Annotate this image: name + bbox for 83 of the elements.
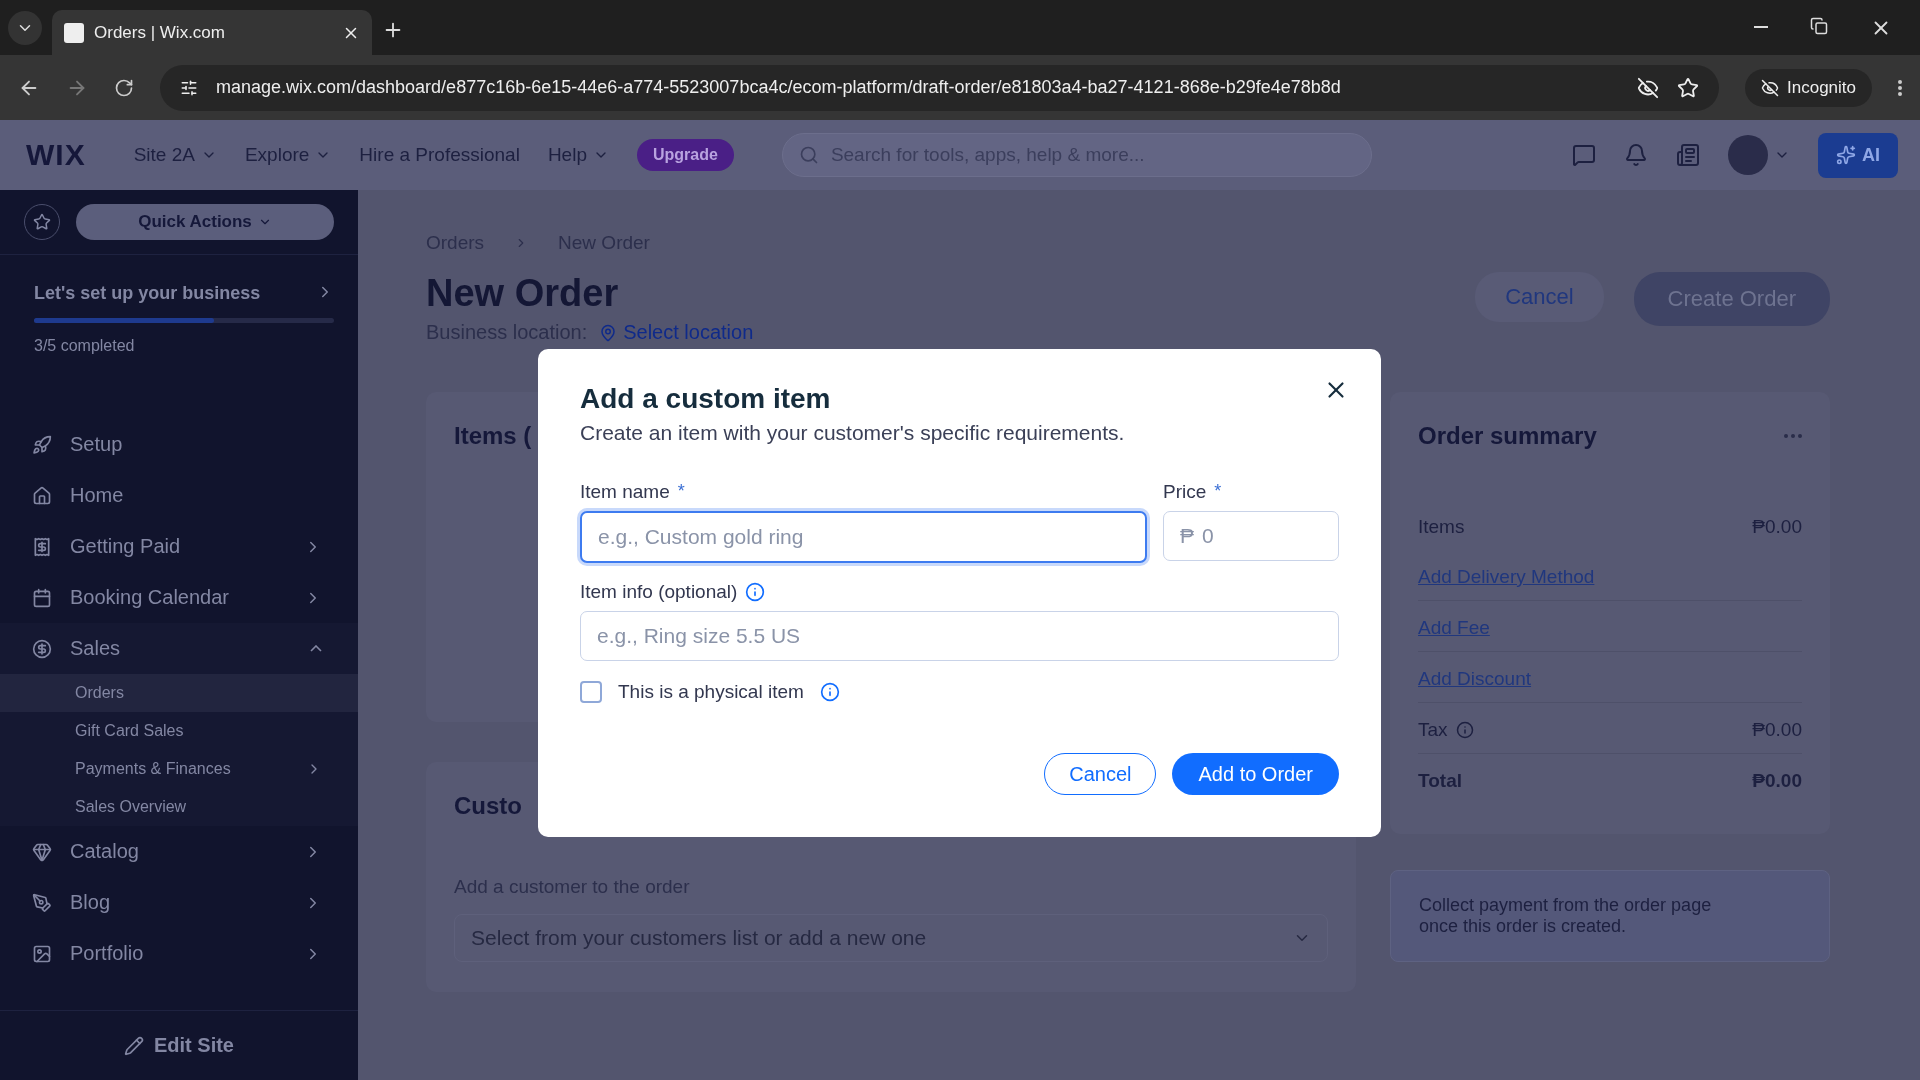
image-icon — [32, 943, 52, 964]
summary-value: ₱0.00 — [1752, 719, 1802, 741]
restore-icon — [1810, 17, 1828, 35]
required-mark: * — [677, 481, 685, 502]
card-heading: Items ( — [454, 422, 532, 450]
avatar[interactable] — [1728, 135, 1768, 175]
site-settings-icon — [180, 78, 198, 97]
info-icon — [745, 582, 766, 602]
required-mark: * — [1214, 481, 1222, 502]
nav-subitem[interactable]: Gift Card Sales — [0, 712, 358, 750]
nav-item[interactable]: Blog — [0, 877, 358, 928]
bookmark-star-icon — [1677, 76, 1699, 99]
dollar-icon — [32, 638, 52, 659]
summary-value: ₱0.00 — [1752, 770, 1802, 792]
rocket-icon — [32, 434, 52, 455]
tab-title: Orders | Wix.com — [94, 22, 226, 43]
chevron-up-icon — [310, 645, 322, 652]
favicon-icon — [64, 22, 84, 43]
pencil-icon — [124, 1035, 144, 1056]
calendar-icon — [32, 587, 52, 608]
summary-title: Order summary — [1418, 422, 1597, 450]
receipt-icon — [32, 536, 52, 557]
home-icon — [32, 485, 52, 506]
nav-item[interactable]: Booking Calendar — [0, 572, 358, 623]
checkbox-label: This is a physical item — [618, 681, 804, 703]
field-label: Item info (optional) — [580, 581, 738, 603]
setup-link[interactable]: Let's set up your business — [34, 283, 334, 304]
cancel-button[interactable]: Cancel — [1044, 753, 1157, 795]
chat-icon — [1572, 143, 1596, 167]
nav-subitem[interactable]: Sales Overview — [0, 788, 358, 826]
search-icon — [798, 145, 819, 165]
ai-button[interactable]: AI — [1818, 132, 1898, 178]
nav-item[interactable]: Portfolio — [0, 928, 358, 979]
page-title: New Order — [426, 272, 620, 315]
pin-icon — [599, 323, 618, 342]
address-bar[interactable]: manage.wix.com/dashboard/e877c16b-6e15-44e6-a774-5523007bca4c/ecom-platform/draft-order/e81803a4-ba27-4121-868e-b29fe4e78b8d — [160, 64, 1719, 111]
eye-off-icon — [1637, 76, 1659, 99]
dialog-title: Add a custom item — [580, 383, 832, 415]
add-to-order-button[interactable]: Add to Order — [1172, 753, 1339, 795]
summary-value: ₱0.00 — [1752, 516, 1802, 538]
info-icon — [819, 682, 840, 702]
payment-note: Collect payment from the order page once this order is created. — [1390, 870, 1830, 962]
item-info-field[interactable]: e.g., Ring size 5.5 US — [580, 611, 1339, 661]
nav-subitem[interactable]: Payments & Finances — [0, 750, 358, 788]
menu-icon[interactable] — [1898, 79, 1902, 96]
nav-item[interactable]: Catalog — [0, 826, 358, 877]
tab-list-button[interactable] — [8, 11, 42, 45]
gem-icon — [32, 841, 52, 862]
reload-icon — [114, 77, 134, 98]
news-icon — [1676, 143, 1700, 167]
summary-label: Total — [1418, 770, 1462, 792]
field-label: Item name — [580, 481, 670, 503]
nav-item[interactable]: Getting Paid — [0, 521, 358, 572]
dialog-subtitle: Create an item with your customer's specific requirements. — [580, 421, 1126, 445]
quick-actions-button[interactable]: Quick Actions — [76, 204, 334, 240]
top-menu-item[interactable]: Site 2A — [133, 144, 217, 166]
pen-icon — [32, 892, 52, 913]
summary-label: Items — [1418, 516, 1465, 538]
physical-item-checkbox[interactable] — [580, 681, 602, 703]
top-menu-item[interactable]: Explore — [244, 144, 332, 166]
top-menu-item[interactable]: Help — [547, 144, 609, 166]
nav-item[interactable]: Sales — [0, 623, 358, 674]
nav-item[interactable]: Setup — [0, 419, 358, 470]
more-icon[interactable] — [1784, 434, 1802, 438]
progress-text: 3/5 completed — [34, 337, 136, 355]
price-field[interactable]: ₱ 0 — [1163, 511, 1339, 561]
nav-subitem[interactable]: Orders — [0, 674, 358, 712]
wix-logo[interactable]: WIX — [26, 138, 86, 172]
sparkles-icon — [1836, 145, 1856, 165]
incognito-icon — [1761, 78, 1779, 97]
field-label: Price — [1163, 481, 1207, 503]
incognito-badge[interactable]: Incognito — [1745, 68, 1872, 107]
summary-label: Tax — [1418, 719, 1448, 741]
top-menu-item[interactable]: Hire a Professional — [359, 144, 520, 166]
bell-icon — [1624, 143, 1648, 167]
star-icon — [33, 213, 51, 231]
nav-item[interactable]: Home — [0, 470, 358, 521]
edit-site-button[interactable]: Edit Site — [0, 1010, 358, 1080]
item-name-field[interactable]: e.g., Custom gold ring — [580, 511, 1147, 563]
info-icon — [1455, 721, 1474, 739]
upgrade-button[interactable]: Upgrade — [636, 139, 734, 171]
browser-tab[interactable]: Orders | Wix.com — [52, 10, 372, 55]
card-heading: Custo — [454, 792, 522, 820]
